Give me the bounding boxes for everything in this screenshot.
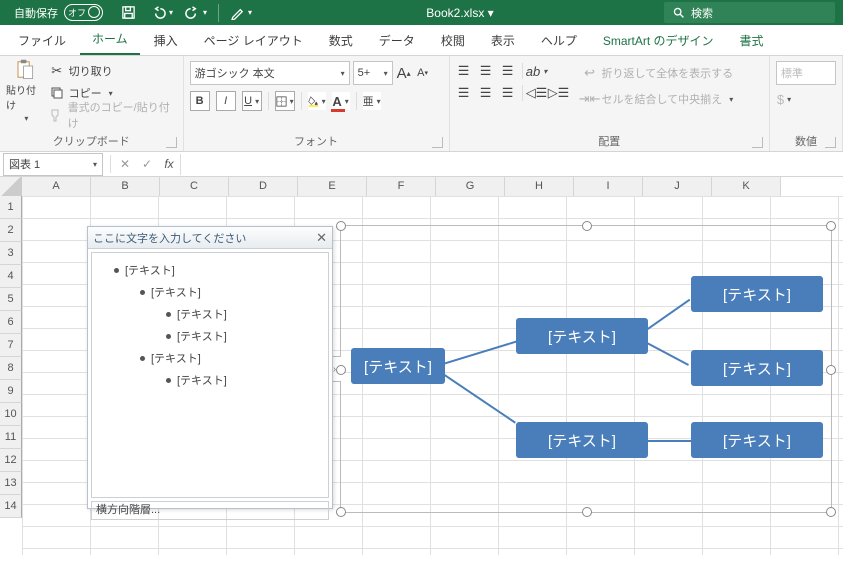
number-format-select[interactable]: 標準 (776, 61, 836, 85)
indent-increase-button[interactable]: ▷☰ (551, 85, 567, 101)
window-title: Book2.xlsx ▾ (256, 6, 664, 20)
border-button[interactable]: ▾ (275, 91, 295, 111)
align-left-button[interactable]: ☰ (456, 85, 472, 101)
formula-bar: 図表 1▾ ✕ ✓ fx (0, 152, 843, 177)
font-color-button[interactable]: A▾ (332, 92, 350, 110)
text-pane-titlebar[interactable]: ここに文字を入力してください ✕ (88, 227, 332, 249)
tab-4[interactable]: 数式 (317, 27, 365, 55)
align-right-button[interactable]: ☰ (500, 85, 516, 101)
group-label-alignment: 配置 (456, 132, 763, 150)
row-headers[interactable]: 1234567891011121314 (0, 196, 22, 518)
name-box[interactable]: 図表 1▾ (3, 153, 103, 176)
smartart-node[interactable]: [テキスト] (516, 318, 648, 354)
cut-button[interactable]: ✂切り取り (46, 61, 177, 81)
tab-0[interactable]: ファイル (6, 27, 78, 55)
orientation-button[interactable]: ab▾ (529, 63, 545, 79)
scissors-icon: ✂ (49, 63, 65, 79)
format-painter-button[interactable]: 書式のコピー/貼り付け (46, 105, 177, 125)
pen-icon[interactable]: ▾ (226, 2, 256, 24)
italic-button[interactable]: I (216, 91, 236, 111)
tab-8[interactable]: ヘルプ (529, 27, 589, 55)
save-icon[interactable] (113, 2, 143, 24)
bold-button[interactable]: B (190, 91, 210, 111)
group-alignment: ☰ ☰ ☰ ab▾ ☰ ☰ ☰ ◁☰ ▷☰ ↩折り返して全体を表示する ⇥⇤セル… (450, 56, 770, 151)
text-pane-item[interactable]: [テキスト] (96, 303, 324, 325)
smartart-text-pane[interactable]: ここに文字を入力してください ✕ [テキスト][テキスト][テキスト][テキスト… (87, 226, 333, 509)
align-center-button[interactable]: ☰ (478, 85, 494, 101)
fill-color-button[interactable]: ▾ (308, 92, 326, 110)
smartart-node[interactable]: [テキスト] (691, 276, 823, 312)
group-label-number: 数値 (776, 132, 836, 150)
tab-3[interactable]: ページ レイアウト (192, 27, 315, 55)
wrap-icon: ↩ (582, 65, 598, 81)
cancel-icon[interactable]: ✕ (114, 157, 136, 171)
merge-icon: ⇥⇤ (582, 91, 598, 107)
tab-10[interactable]: 書式 (728, 27, 776, 55)
shrink-font-button[interactable]: A▾ (415, 65, 431, 81)
group-number: 標準 $▾ 数値 (770, 56, 843, 151)
accounting-button[interactable]: $▾ (776, 91, 792, 107)
smartart-node[interactable]: [テキスト] (691, 350, 823, 386)
text-pane-footer[interactable]: 横方向階層... (91, 501, 329, 520)
phonetic-button[interactable]: 亜▾ (363, 92, 381, 110)
group-label-clipboard: クリップボード (6, 132, 177, 150)
title-bar: 自動保存 オフ ▾ ▾ ▾ Book2.xlsx ▾ 検索 (0, 0, 843, 25)
align-top-button[interactable]: ☰ (456, 63, 472, 79)
brush-icon (49, 107, 64, 123)
font-name-select[interactable]: 游ゴシック 本文▾ (190, 61, 350, 85)
wrap-text-button[interactable]: ↩折り返して全体を表示する (579, 63, 737, 83)
group-label-font: フォント (190, 132, 443, 150)
tab-1[interactable]: ホーム (80, 25, 140, 55)
copy-icon (49, 85, 65, 101)
grow-font-button[interactable]: A▴ (396, 65, 412, 81)
column-headers[interactable]: ABCDEFGHIJK (22, 177, 843, 197)
redo-icon[interactable]: ▾ (181, 2, 211, 24)
group-font: 游ゴシック 本文▾ 5+▾ A▴ A▾ B I U▾ ▾ ▾ A▾ 亜▾ フォン… (184, 56, 450, 151)
align-bottom-button[interactable]: ☰ (500, 63, 516, 79)
text-pane-item[interactable]: [テキスト] (96, 325, 324, 347)
text-pane-item[interactable]: [テキスト] (96, 347, 324, 369)
tab-7[interactable]: 表示 (479, 27, 527, 55)
ribbon: 貼り付け▾ ✂切り取り コピー▾ 書式のコピー/貼り付け クリップボード 游ゴシ… (0, 56, 843, 152)
select-all-corner[interactable] (0, 177, 23, 197)
search-placeholder: 検索 (691, 5, 713, 21)
search-box[interactable]: 検索 (664, 2, 835, 23)
tab-9[interactable]: SmartArt のデザイン (591, 27, 726, 55)
enter-icon[interactable]: ✓ (136, 157, 158, 171)
indent-decrease-button[interactable]: ◁☰ (529, 85, 545, 101)
smartart-node[interactable]: [テキスト] (351, 348, 445, 384)
smartart-node[interactable]: [テキスト] (691, 422, 823, 458)
paste-button[interactable]: 貼り付け▾ (6, 59, 44, 123)
tab-2[interactable]: 挿入 (142, 27, 190, 55)
text-pane-item[interactable]: [テキスト] (96, 259, 324, 281)
close-icon[interactable]: ✕ (316, 230, 327, 246)
fx-icon[interactable]: fx (158, 157, 180, 171)
undo-icon[interactable]: ▾ (147, 2, 177, 24)
worksheet[interactable]: ABCDEFGHIJK 1234567891011121314 › [テキスト]… (0, 177, 843, 555)
text-pane-item[interactable]: [テキスト] (96, 369, 324, 391)
smartart-node[interactable]: [テキスト] (516, 422, 648, 458)
smartart-object[interactable]: › [テキスト][テキスト][テキスト][テキスト][テキスト][テキスト] (340, 225, 832, 513)
merge-center-button[interactable]: ⇥⇤セルを結合して中央揃え▾ (579, 89, 737, 109)
text-pane-body[interactable]: [テキスト][テキスト][テキスト][テキスト][テキスト][テキスト] (91, 252, 329, 498)
align-middle-button[interactable]: ☰ (478, 63, 494, 79)
autosave-toggle[interactable]: 自動保存 オフ (8, 4, 109, 21)
formula-input[interactable] (180, 154, 843, 175)
font-size-select[interactable]: 5+▾ (353, 61, 393, 85)
ribbon-tabs: ファイルホーム挿入ページ レイアウト数式データ校閲表示ヘルプSmartArt の… (0, 25, 843, 56)
group-clipboard: 貼り付け▾ ✂切り取り コピー▾ 書式のコピー/貼り付け クリップボード (0, 56, 184, 151)
text-pane-item[interactable]: [テキスト] (96, 281, 324, 303)
tab-5[interactable]: データ (367, 27, 427, 55)
tab-6[interactable]: 校閲 (429, 27, 477, 55)
search-icon (672, 6, 685, 19)
underline-button[interactable]: U▾ (242, 91, 262, 111)
